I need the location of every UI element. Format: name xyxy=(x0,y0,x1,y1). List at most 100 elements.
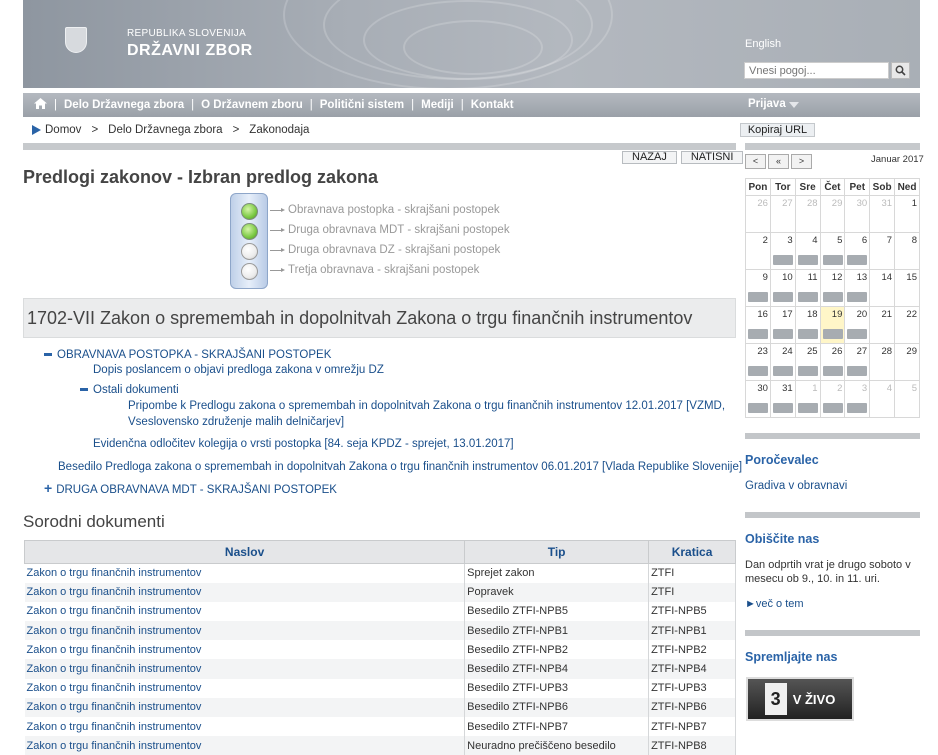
column-header-title[interactable]: Naslov xyxy=(25,541,465,564)
calendar-day[interactable]: 27 xyxy=(845,344,870,381)
calendar-event-marker[interactable] xyxy=(748,329,768,339)
calendar-day[interactable]: 1 xyxy=(795,381,820,418)
calendar-event-marker[interactable] xyxy=(823,292,843,302)
calendar-event-marker[interactable] xyxy=(847,329,867,339)
calendar-event-marker[interactable] xyxy=(773,255,793,265)
english-link[interactable]: English xyxy=(745,38,781,50)
copy-url-button[interactable]: Kopiraj URL xyxy=(740,123,815,137)
calendar-day[interactable]: 6 xyxy=(845,233,870,270)
row-title-link[interactable]: Zakon o trgu finančnih instrumentov xyxy=(27,605,202,617)
tree-section-1[interactable]: OBRAVNAVA POSTOPKA - SKRAJŠANI POSTOPEK xyxy=(44,349,331,361)
calendar-event-marker[interactable] xyxy=(847,403,867,413)
back-button[interactable]: NAZAJ xyxy=(622,151,677,164)
login-link[interactable]: Prijava xyxy=(748,98,786,110)
nav-item-delo[interactable]: Delo Državnega zbora xyxy=(64,99,184,111)
calendar-day[interactable]: 19 xyxy=(820,307,845,344)
expand-icon[interactable]: + xyxy=(44,480,52,496)
calendar-day[interactable]: 27 xyxy=(770,196,795,233)
brand-parliament[interactable]: DRŽAVNI ZBOR xyxy=(127,42,253,60)
calendar-day[interactable]: 20 xyxy=(845,307,870,344)
visit-more-link[interactable]: ►več o tem xyxy=(745,598,804,610)
calendar-day[interactable]: 18 xyxy=(795,307,820,344)
calendar-next-button[interactable]: > xyxy=(791,154,812,169)
calendar-event-marker[interactable] xyxy=(798,255,818,265)
nav-item-o-dz[interactable]: O Državnem zboru xyxy=(201,99,303,111)
calendar-event-marker[interactable] xyxy=(798,403,818,413)
tree-remark-link[interactable]: Pripombe k Predlogu zakona o spremembah … xyxy=(128,400,725,412)
calendar-day[interactable]: 11 xyxy=(795,270,820,307)
tree-other-docs[interactable]: Ostali dokumenti xyxy=(80,384,179,396)
calendar-day[interactable]: 7 xyxy=(870,233,895,270)
calendar-day[interactable]: 21 xyxy=(870,307,895,344)
calendar-event-marker[interactable] xyxy=(748,403,768,413)
calendar-day[interactable]: 30 xyxy=(845,196,870,233)
tree-doc-link[interactable]: Dopis poslancem o objavi predloga zakona… xyxy=(93,364,384,376)
calendar-day[interactable]: 31 xyxy=(870,196,895,233)
calendar-day[interactable]: 9 xyxy=(746,270,771,307)
tree-section-2-label[interactable]: DRUGA OBRAVNAVA MDT - SKRAJŠANI POSTOPEK xyxy=(56,484,337,496)
row-title-link[interactable]: Zakon o trgu finančnih instrumentov xyxy=(27,625,202,637)
calendar-day[interactable]: 2 xyxy=(746,233,771,270)
calendar-day[interactable]: 8 xyxy=(895,233,920,270)
calendar-event-marker[interactable] xyxy=(823,255,843,265)
calendar-day[interactable]: 16 xyxy=(746,307,771,344)
calendar-event-marker[interactable] xyxy=(847,366,867,376)
tree-section-2[interactable]: + DRUGA OBRAVNAVA MDT - SKRAJŠANI POSTOPE… xyxy=(44,480,337,496)
calendar-day[interactable]: 28 xyxy=(795,196,820,233)
calendar-day[interactable]: 4 xyxy=(795,233,820,270)
calendar-day[interactable]: 10 xyxy=(770,270,795,307)
calendar-day[interactable]: 29 xyxy=(820,196,845,233)
row-title-link[interactable]: Zakon o trgu finančnih instrumentov xyxy=(27,663,202,675)
calendar-event-marker[interactable] xyxy=(847,292,867,302)
search-input[interactable] xyxy=(744,62,889,79)
calendar-event-marker[interactable] xyxy=(748,292,768,302)
calendar-day[interactable]: 15 xyxy=(895,270,920,307)
calendar-day[interactable]: 14 xyxy=(870,270,895,307)
calendar-day[interactable]: 26 xyxy=(820,344,845,381)
calendar-event-marker[interactable] xyxy=(847,255,867,265)
calendar-event-marker[interactable] xyxy=(773,292,793,302)
row-title-link[interactable]: Zakon o trgu finančnih instrumentov xyxy=(27,701,202,713)
calendar-day[interactable]: 30 xyxy=(746,381,771,418)
calendar-prev-button[interactable]: < xyxy=(745,154,766,169)
calendar-event-marker[interactable] xyxy=(823,403,843,413)
calendar-day[interactable]: 4 xyxy=(870,381,895,418)
live-stream-button[interactable]: 3 V ŽIVO xyxy=(746,677,854,721)
calendar-day[interactable]: 31 xyxy=(770,381,795,418)
collapse-icon[interactable] xyxy=(44,353,52,356)
row-title-link[interactable]: Zakon o trgu finančnih instrumentov xyxy=(27,721,202,733)
breadcrumb-delo[interactable]: Delo Državnega zbora xyxy=(108,124,222,136)
calendar-day[interactable]: 23 xyxy=(746,344,771,381)
calendar-day[interactable]: 28 xyxy=(870,344,895,381)
tree-remark-link-cont[interactable]: Vseslovensko združenje malih delničarjev… xyxy=(128,416,344,428)
calendar-event-marker[interactable] xyxy=(773,329,793,339)
calendar-day[interactable]: 2 xyxy=(820,381,845,418)
calendar-event-marker[interactable] xyxy=(748,366,768,376)
calendar-event-marker[interactable] xyxy=(798,329,818,339)
calendar-event-marker[interactable] xyxy=(773,403,793,413)
search-button[interactable] xyxy=(891,62,910,79)
calendar-day[interactable]: 29 xyxy=(895,344,920,381)
column-header-abbr[interactable]: Kratica xyxy=(649,541,736,564)
calendar-day[interactable]: 26 xyxy=(746,196,771,233)
tree-section-1-label[interactable]: OBRAVNAVA POSTOPKA - SKRAJŠANI POSTOPEK xyxy=(57,349,331,361)
calendar-event-marker[interactable] xyxy=(773,366,793,376)
nav-item-politicni-sistem[interactable]: Politični sistem xyxy=(320,99,404,111)
nav-item-mediji[interactable]: Mediji xyxy=(421,99,454,111)
coat-of-arms-icon[interactable] xyxy=(65,27,87,53)
row-title-link[interactable]: Zakon o trgu finančnih instrumentov xyxy=(27,682,202,694)
calendar-event-marker[interactable] xyxy=(823,366,843,376)
calendar-day[interactable]: 12 xyxy=(820,270,845,307)
calendar-event-marker[interactable] xyxy=(823,329,843,339)
brand-republic[interactable]: REPUBLIKA SLOVENIJA xyxy=(127,28,246,39)
calendar-day[interactable]: 25 xyxy=(795,344,820,381)
calendar-day[interactable]: 3 xyxy=(770,233,795,270)
row-title-link[interactable]: Zakon o trgu finančnih instrumentov xyxy=(27,644,202,656)
calendar-day[interactable]: 24 xyxy=(770,344,795,381)
tree-other-docs-label[interactable]: Ostali dokumenti xyxy=(93,384,179,396)
calendar-day[interactable]: 3 xyxy=(845,381,870,418)
reporter-link[interactable]: Gradiva v obravnavi xyxy=(745,480,847,492)
calendar-day[interactable]: 17 xyxy=(770,307,795,344)
calendar-day[interactable]: 1 xyxy=(895,196,920,233)
reporter-title[interactable]: Poročevalec xyxy=(745,453,819,467)
